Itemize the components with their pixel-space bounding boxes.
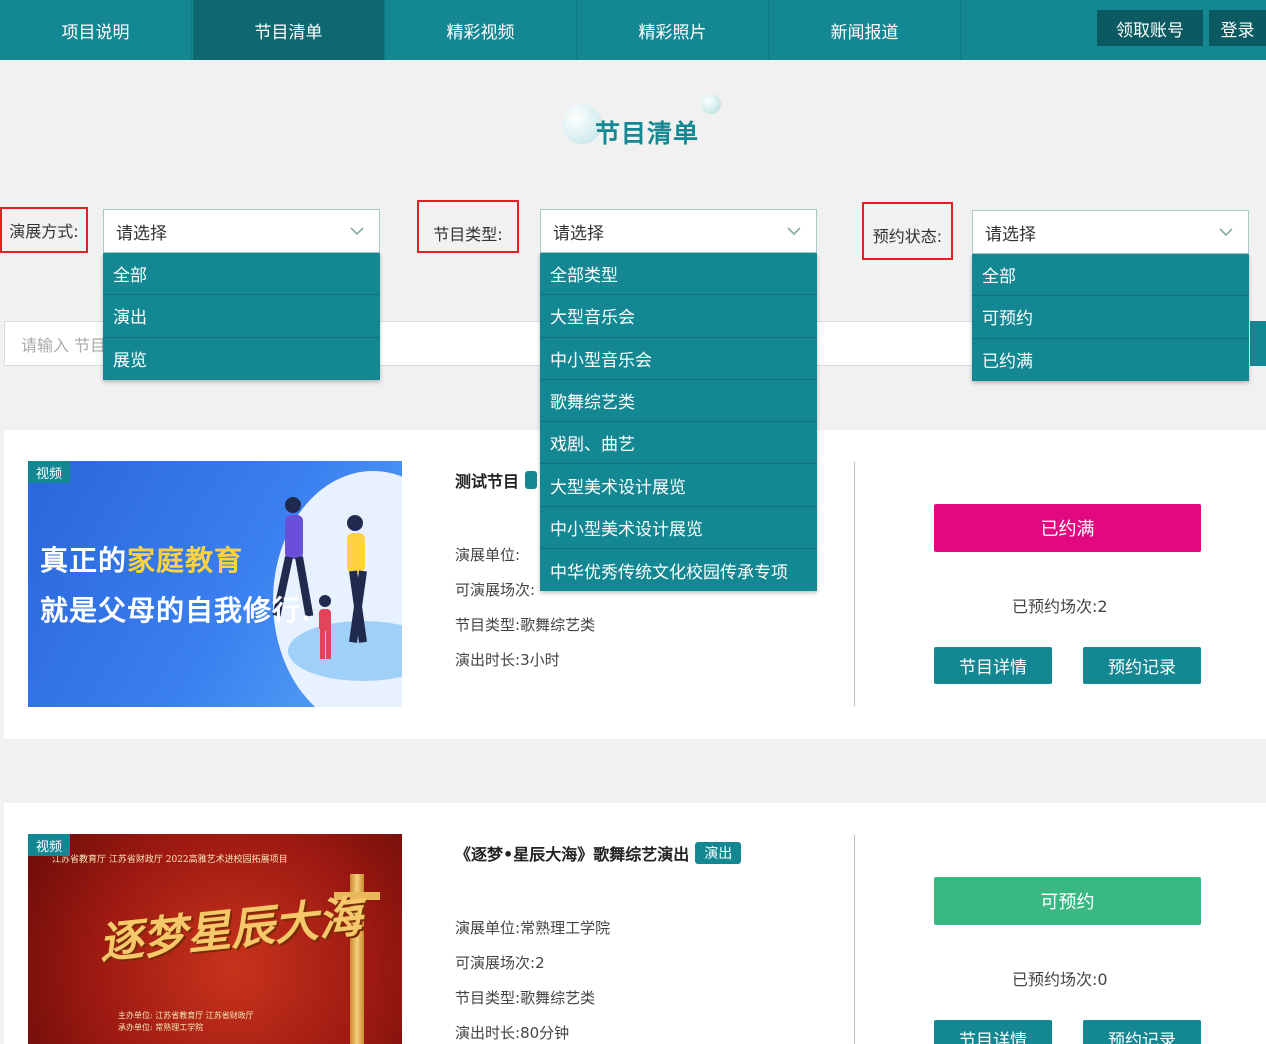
info-value: 2 [535, 954, 545, 972]
dropdown-option[interactable]: 中小型美术设计展览 [540, 507, 817, 550]
info-label: 已预约场次: [1012, 970, 1098, 989]
info-label: 演展单位: [455, 546, 521, 564]
program-card: 视频 江苏省教育厅 江苏省财政厅 2022高雅艺术进校园拓展项目 逐梦星辰大海 … [4, 803, 1266, 1044]
dropdown-option[interactable]: 中小型音乐会 [540, 338, 817, 380]
program-title[interactable]: 《逐梦•星辰大海》歌舞综艺演出 演出 [455, 841, 742, 865]
info-value: 0 [1097, 970, 1108, 989]
dropdown-option[interactable]: 演出 [103, 295, 380, 338]
nav-tab-videos[interactable]: 精彩视频 [385, 0, 577, 60]
video-badge: 视频 [28, 461, 71, 483]
nav-tab-program-list[interactable]: 节目清单 [193, 0, 385, 60]
select-type[interactable]: 请选择 [540, 209, 817, 253]
program-thumbnail[interactable]: 视频 江苏省教育厅 江苏省财政厅 2022高雅艺术进校园拓展项目 逐梦星辰大海 … [28, 834, 402, 1044]
thumbnail-text: 逐梦星辰大海 [96, 891, 365, 970]
dropdown-type: 全部类型 大型音乐会 中小型音乐会 歌舞综艺类 戏剧、曲艺 大型美术设计展览 中… [540, 253, 817, 592]
thumbnail-text: 江苏省教育厅 江苏省财政厅 2022高雅艺术进校园拓展项目 [52, 855, 288, 865]
booking-record-button[interactable]: 预约记录 [1083, 1020, 1201, 1044]
chevron-down-icon [1219, 228, 1233, 237]
dropdown-option[interactable]: 歌舞综艺类 [540, 380, 817, 423]
video-badge: 视频 [28, 834, 71, 856]
info-label: 演展单位: [455, 919, 521, 937]
top-nav: 项目说明 节目清单 精彩视频 精彩照片 新闻报道 领取账号 登录 [0, 0, 1266, 60]
program-sessions: 可演展场次: [455, 579, 535, 600]
select-status[interactable]: 请选择 [972, 210, 1249, 254]
filter-label-type: 节目类型: [417, 200, 519, 253]
dropdown-status: 全部 可预约 已约满 [972, 254, 1249, 381]
select-status-value: 请选择 [985, 224, 1036, 245]
info-label: 节目类型: [455, 989, 521, 1007]
dropdown-option[interactable]: 全部类型 [540, 253, 817, 296]
program-duration: 演出时长:3小时 [455, 649, 560, 670]
status-full-button[interactable]: 已约满 [934, 504, 1201, 552]
nav-tab-project-info[interactable]: 项目说明 [0, 0, 192, 60]
nav-tab-photos[interactable]: 精彩照片 [577, 0, 769, 60]
chevron-down-icon [350, 227, 364, 236]
dropdown-option[interactable]: 可预约 [972, 296, 1249, 339]
thumbnail-text: 就是父母的自我修行. [40, 594, 312, 627]
info-value: 80分钟 [520, 1024, 570, 1042]
info-label: 演出时长: [455, 1024, 521, 1042]
filter-label-mode: 演展方式: [0, 207, 88, 253]
page-title: 节目清单 [595, 119, 700, 148]
thumbnail-text-highlight: 家庭教育 [127, 544, 244, 577]
info-value: 歌舞综艺类 [520, 616, 596, 634]
booking-record-button[interactable]: 预约记录 [1083, 647, 1201, 684]
program-sessions: 可演展场次:2 [455, 952, 545, 973]
program-type: 节目类型:歌舞综艺类 [455, 614, 595, 635]
status-available-button[interactable]: 可预约 [934, 877, 1201, 925]
dropdown-option[interactable]: 戏剧、曲艺 [540, 422, 817, 465]
booked-count: 已预约场次:0 [1012, 966, 1108, 990]
dropdown-mode: 全部 演出 展览 [103, 253, 380, 380]
select-mode-value: 请选择 [116, 223, 167, 244]
page-title-area: 节目清单 [540, 90, 740, 160]
info-label: 节目类型: [455, 616, 521, 634]
nav-tab-news[interactable]: 新闻报道 [769, 0, 961, 60]
dropdown-option[interactable]: 大型音乐会 [540, 295, 817, 338]
filter-label-status: 预约状态: [862, 202, 953, 260]
program-title-text: 测试节目 [455, 472, 520, 491]
info-value: 3小时 [520, 651, 560, 669]
dropdown-option[interactable]: 已约满 [972, 339, 1249, 381]
bubble-decoration-small [701, 94, 721, 114]
dropdown-option[interactable]: 全部 [103, 253, 380, 296]
program-title-text: 《逐梦•星辰大海》歌舞综艺演出 [455, 845, 690, 864]
info-value: 常熟理工学院 [520, 919, 611, 937]
dropdown-option[interactable]: 展览 [103, 338, 380, 380]
thumbnail-text: 真正的家庭教育 [40, 539, 243, 579]
login-button[interactable]: 登录 [1209, 10, 1266, 46]
info-label: 可演展场次: [455, 581, 536, 599]
program-duration: 演出时长:80分钟 [455, 1022, 569, 1043]
dropdown-option[interactable]: 全部 [972, 254, 1249, 297]
info-label: 可演展场次: [455, 954, 536, 972]
program-detail-button[interactable]: 节目详情 [934, 647, 1052, 684]
program-detail-button[interactable]: 节目详情 [934, 1020, 1052, 1044]
info-label: 已预约场次: [1012, 597, 1098, 616]
info-label: 演出时长: [455, 651, 521, 669]
chevron-down-icon [787, 227, 801, 236]
thumbnail-text-part: 真正的 [40, 544, 128, 577]
thumbnail-text: 主办单位: 江苏省教育厅 江苏省财政厅 [118, 1011, 254, 1020]
info-value: 歌舞综艺类 [520, 989, 596, 1007]
dropdown-option[interactable]: 大型美术设计展览 [540, 464, 817, 507]
search-button[interactable] [1250, 321, 1266, 366]
program-unit: 演展单位: [455, 544, 520, 565]
thumbnail-text: 承办单位: 常熟理工学院 [118, 1023, 204, 1032]
program-tag: 演出 [695, 842, 742, 864]
select-type-value: 请选择 [553, 223, 604, 244]
program-type: 节目类型:歌舞综艺类 [455, 987, 595, 1008]
divider [854, 462, 855, 706]
get-account-button[interactable]: 领取账号 [1097, 10, 1203, 46]
info-value: 2 [1097, 597, 1108, 616]
program-title[interactable]: 测试节目 [455, 468, 538, 492]
program-thumbnail[interactable]: 视频 真正的家庭教育 就是父母的自我修行. [28, 461, 402, 707]
divider [854, 835, 855, 1044]
booked-count: 已预约场次:2 [1012, 593, 1108, 617]
dropdown-option[interactable]: 中华优秀传统文化校园传承专项 [540, 549, 817, 591]
select-mode[interactable]: 请选择 [103, 209, 380, 253]
program-tag [525, 471, 538, 489]
program-unit: 演展单位:常熟理工学院 [455, 917, 610, 938]
